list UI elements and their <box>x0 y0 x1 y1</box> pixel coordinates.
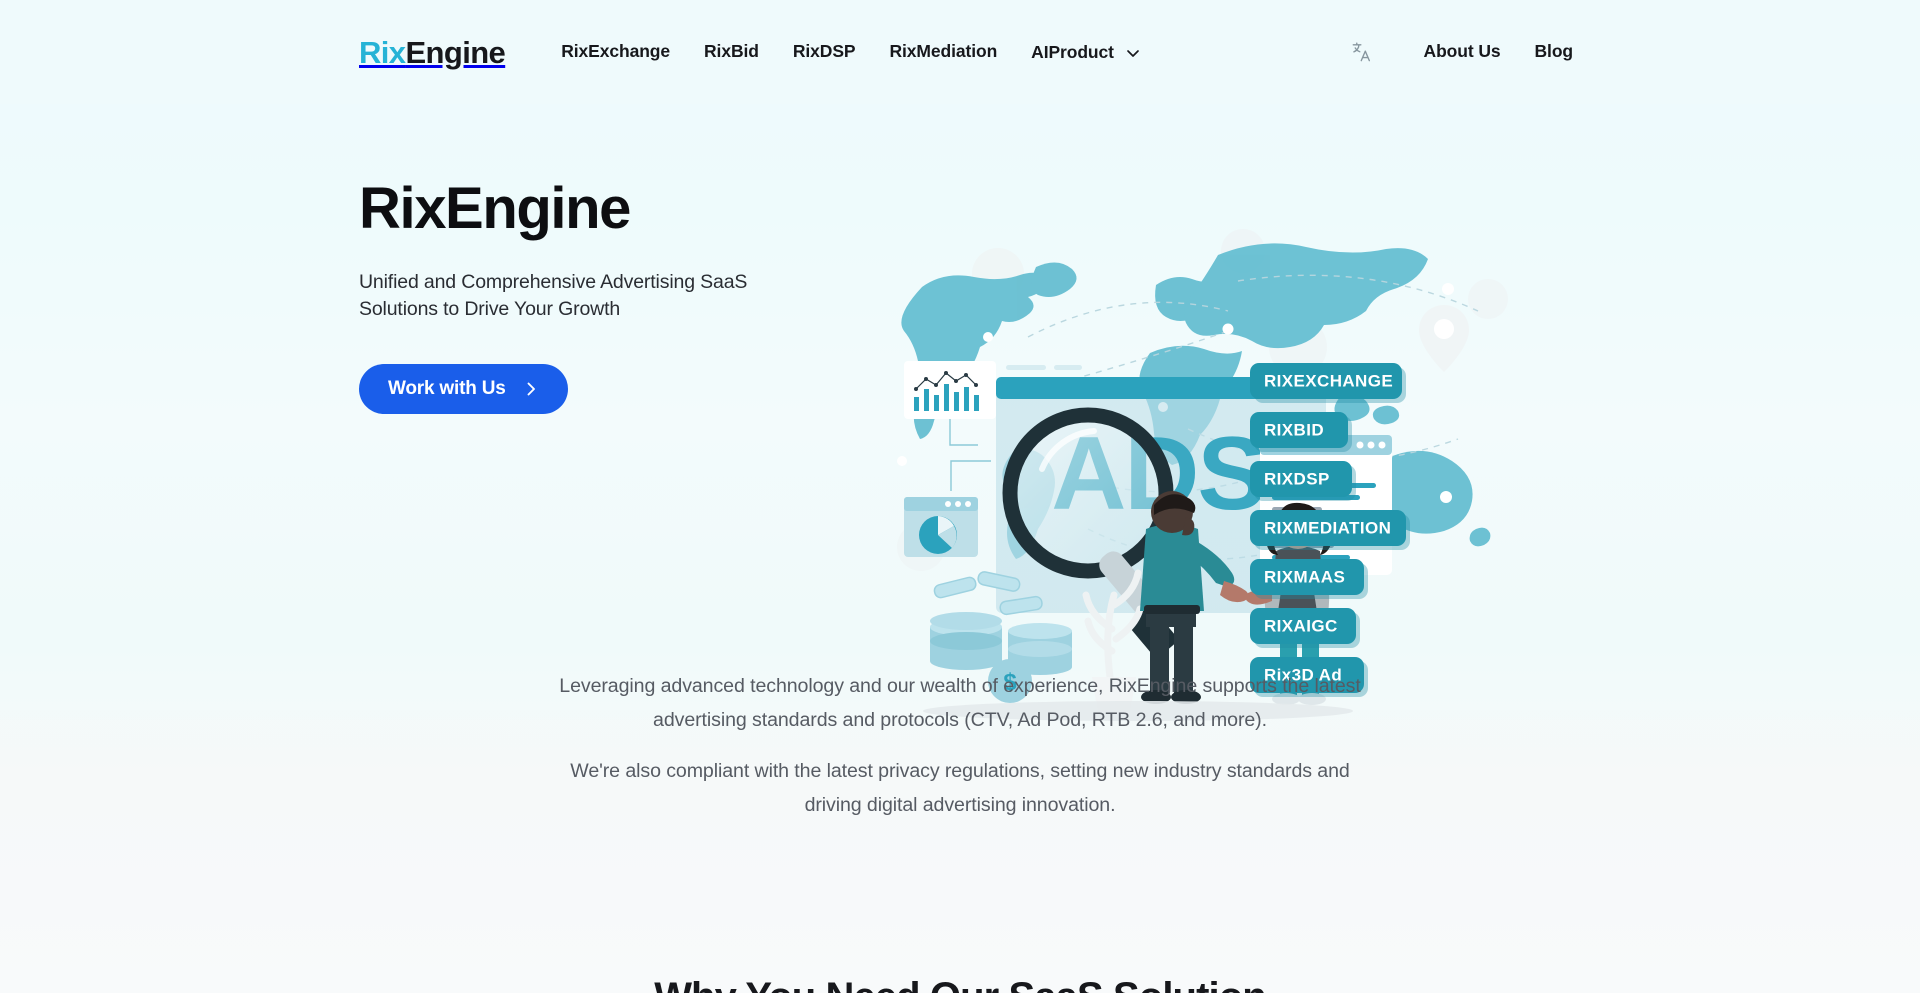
svg-text:RIXEXCHANGE: RIXEXCHANGE <box>1264 372 1393 391</box>
svg-text:RIXMEDIATION: RIXMEDIATION <box>1264 519 1391 538</box>
chevron-down-icon <box>1126 46 1140 60</box>
work-with-us-button[interactable]: Work with Us <box>359 364 568 414</box>
svg-text:RIXDSP: RIXDSP <box>1264 470 1330 489</box>
intro-block: Leveraging advanced technology and our w… <box>555 670 1365 823</box>
hero-subtitle: Unified and Comprehensive Advertising Sa… <box>359 270 748 321</box>
hero-title: RixEngine <box>359 176 631 241</box>
svg-text:RIXBID: RIXBID <box>1264 421 1324 440</box>
intro-paragraph-2: We're also compliant with the latest pri… <box>570 760 1350 817</box>
chevron-right-icon <box>523 381 539 397</box>
nav-item-blog[interactable]: Blog <box>1518 33 1590 71</box>
header-right-group: About Us Blog <box>1349 33 1590 71</box>
next-section: Why You Need Our SaaS Solution <box>0 930 1920 993</box>
nav-item-rixexchange[interactable]: RixExchange <box>561 33 687 71</box>
work-with-us-label: Work with Us <box>388 378 506 399</box>
nav-item-aiproduct[interactable]: AIProduct <box>1014 32 1157 73</box>
logo[interactable]: Rix Engine <box>359 34 506 70</box>
nav-item-aiproduct-label: AIProduct <box>1031 41 1114 62</box>
hero-section: RixEngine Unified and Comprehensive Adve… <box>0 104 1920 721</box>
svg-text:RIXAIGC: RIXAIGC <box>1264 617 1338 636</box>
advertising-saas-illustration: ADS <box>888 229 1518 729</box>
nav-item-about-us[interactable]: About Us <box>1407 33 1518 71</box>
intro-paragraph-1: Leveraging advanced technology and our w… <box>559 675 1361 731</box>
hero-copy: RixEngine Unified and Comprehensive Adve… <box>359 176 829 414</box>
next-section-heading: Why You Need Our SaaS Solution <box>0 975 1920 993</box>
nav-item-rixbid[interactable]: RixBid <box>687 33 776 71</box>
svg-text:RIXMAAS: RIXMAAS <box>1264 568 1345 587</box>
page-root: Rix Engine RixExchange RixBid RixDSP RixM… <box>0 0 1920 993</box>
main-navigation: RixExchange RixBid RixDSP RixMediation A… <box>561 32 1157 73</box>
logo-suffix: Engine <box>405 34 506 70</box>
translate-icon[interactable] <box>1349 39 1375 65</box>
logo-prefix: Rix <box>359 34 406 70</box>
nav-item-rixdsp[interactable]: RixDSP <box>776 33 873 71</box>
header-inner: Rix Engine RixExchange RixBid RixDSP RixM… <box>0 0 1920 104</box>
site-header: Rix Engine RixExchange RixBid RixDSP RixM… <box>0 0 1920 104</box>
nav-item-rixmediation[interactable]: RixMediation <box>872 33 1014 71</box>
